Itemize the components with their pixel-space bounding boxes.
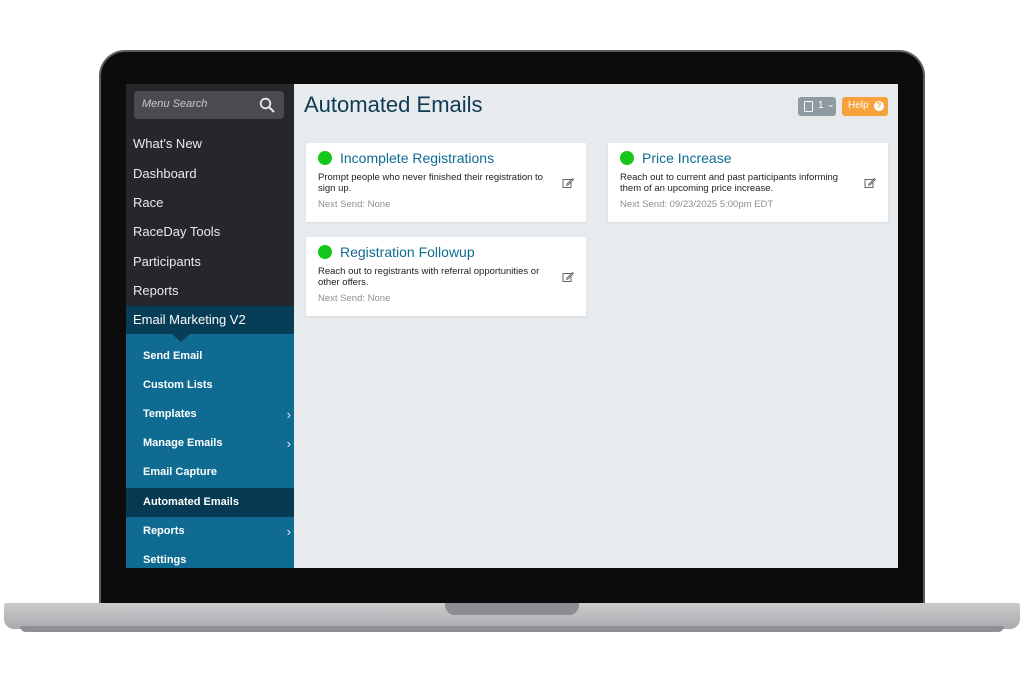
sidebar: Menu Search What's New Dashboard Race Ra… xyxy=(126,84,294,568)
submenu-item-automated-emails[interactable]: Automated Emails xyxy=(126,488,294,517)
submenu-item-label: Custom Lists xyxy=(143,379,213,391)
automation-card-registration-followup[interactable]: Registration Followup Reach out to regis… xyxy=(306,237,586,316)
card-title[interactable]: Price Increase xyxy=(642,150,731,166)
laptop-base-lip xyxy=(20,626,1004,632)
card-next-send: Next Send: None xyxy=(318,199,391,210)
submenu-item-manage-emails[interactable]: Manage Emails › xyxy=(126,429,294,458)
card-title[interactable]: Incomplete Registrations xyxy=(340,150,494,166)
status-active-icon xyxy=(318,245,332,259)
automation-card-incomplete-registrations[interactable]: Incomplete Registrations Prompt people w… xyxy=(306,143,586,222)
submenu-item-label: Settings xyxy=(143,554,187,566)
nav-item-whats-new[interactable]: What's New xyxy=(133,136,202,151)
card-description: Reach out to current and past participan… xyxy=(620,172,839,194)
menu-search-input[interactable]: Menu Search xyxy=(134,91,284,119)
chevron-right-icon: › xyxy=(286,407,291,422)
submenu-item-custom-lists[interactable]: Custom Lists xyxy=(126,371,294,400)
submenu-item-label: Email Capture xyxy=(143,466,217,478)
edit-icon[interactable] xyxy=(562,271,574,283)
submenu-item-reports[interactable]: Reports › xyxy=(126,517,294,546)
submenu-item-label: Manage Emails xyxy=(143,437,223,449)
submenu-item-label: Reports xyxy=(143,525,185,537)
card-next-send: Next Send: 09/23/2025 5:00pm EDT xyxy=(620,199,774,210)
automation-card-price-increase[interactable]: Price Increase Reach out to current and … xyxy=(608,143,888,222)
active-section-pointer xyxy=(172,334,190,342)
nav-item-email-marketing-label: Email Marketing V2 xyxy=(133,312,246,327)
documents-dropdown-button[interactable]: 1 ⌄ xyxy=(798,97,836,116)
app-screen: Menu Search What's New Dashboard Race Ra… xyxy=(126,84,898,568)
nav-item-participants[interactable]: Participants xyxy=(133,254,201,269)
menu-search-placeholder: Menu Search xyxy=(142,98,208,110)
email-marketing-submenu: Send Email Custom Lists Templates › Mana… xyxy=(126,334,294,568)
submenu-item-templates[interactable]: Templates › xyxy=(126,400,294,429)
help-button[interactable]: Help ? xyxy=(842,97,888,116)
chevron-right-icon: › xyxy=(286,436,291,451)
nav-item-race[interactable]: Race xyxy=(133,195,163,210)
card-description: Reach out to registrants with referral o… xyxy=(318,266,540,288)
help-button-label: Help xyxy=(848,100,869,111)
submenu-item-settings[interactable]: Settings xyxy=(126,546,294,568)
edit-icon[interactable] xyxy=(562,177,574,189)
document-count: 1 xyxy=(818,100,824,111)
submenu-item-label: Automated Emails xyxy=(143,496,239,508)
status-active-icon xyxy=(318,151,332,165)
question-icon: ? xyxy=(874,101,884,111)
laptop-notch xyxy=(445,603,579,615)
nav-item-raceday-tools[interactable]: RaceDay Tools xyxy=(133,224,220,239)
card-title[interactable]: Registration Followup xyxy=(340,244,475,260)
nav-item-dashboard[interactable]: Dashboard xyxy=(133,166,197,181)
document-icon xyxy=(804,101,813,112)
nav-item-email-marketing[interactable]: Email Marketing V2 xyxy=(126,306,294,334)
search-icon[interactable] xyxy=(259,97,275,113)
submenu-item-send-email[interactable]: Send Email xyxy=(126,342,294,371)
nav-item-reports[interactable]: Reports xyxy=(133,283,179,298)
chevron-down-icon: ⌄ xyxy=(827,99,835,109)
submenu-item-email-capture[interactable]: Email Capture xyxy=(126,458,294,487)
chevron-right-icon: › xyxy=(286,524,291,539)
edit-icon[interactable] xyxy=(864,177,876,189)
status-active-icon xyxy=(620,151,634,165)
submenu-item-label: Send Email xyxy=(143,350,203,362)
card-next-send: Next Send: None xyxy=(318,293,391,304)
submenu-item-label: Templates xyxy=(143,408,197,420)
card-description: Prompt people who never finished their r… xyxy=(318,172,543,194)
page-title: Automated Emails xyxy=(304,92,483,117)
